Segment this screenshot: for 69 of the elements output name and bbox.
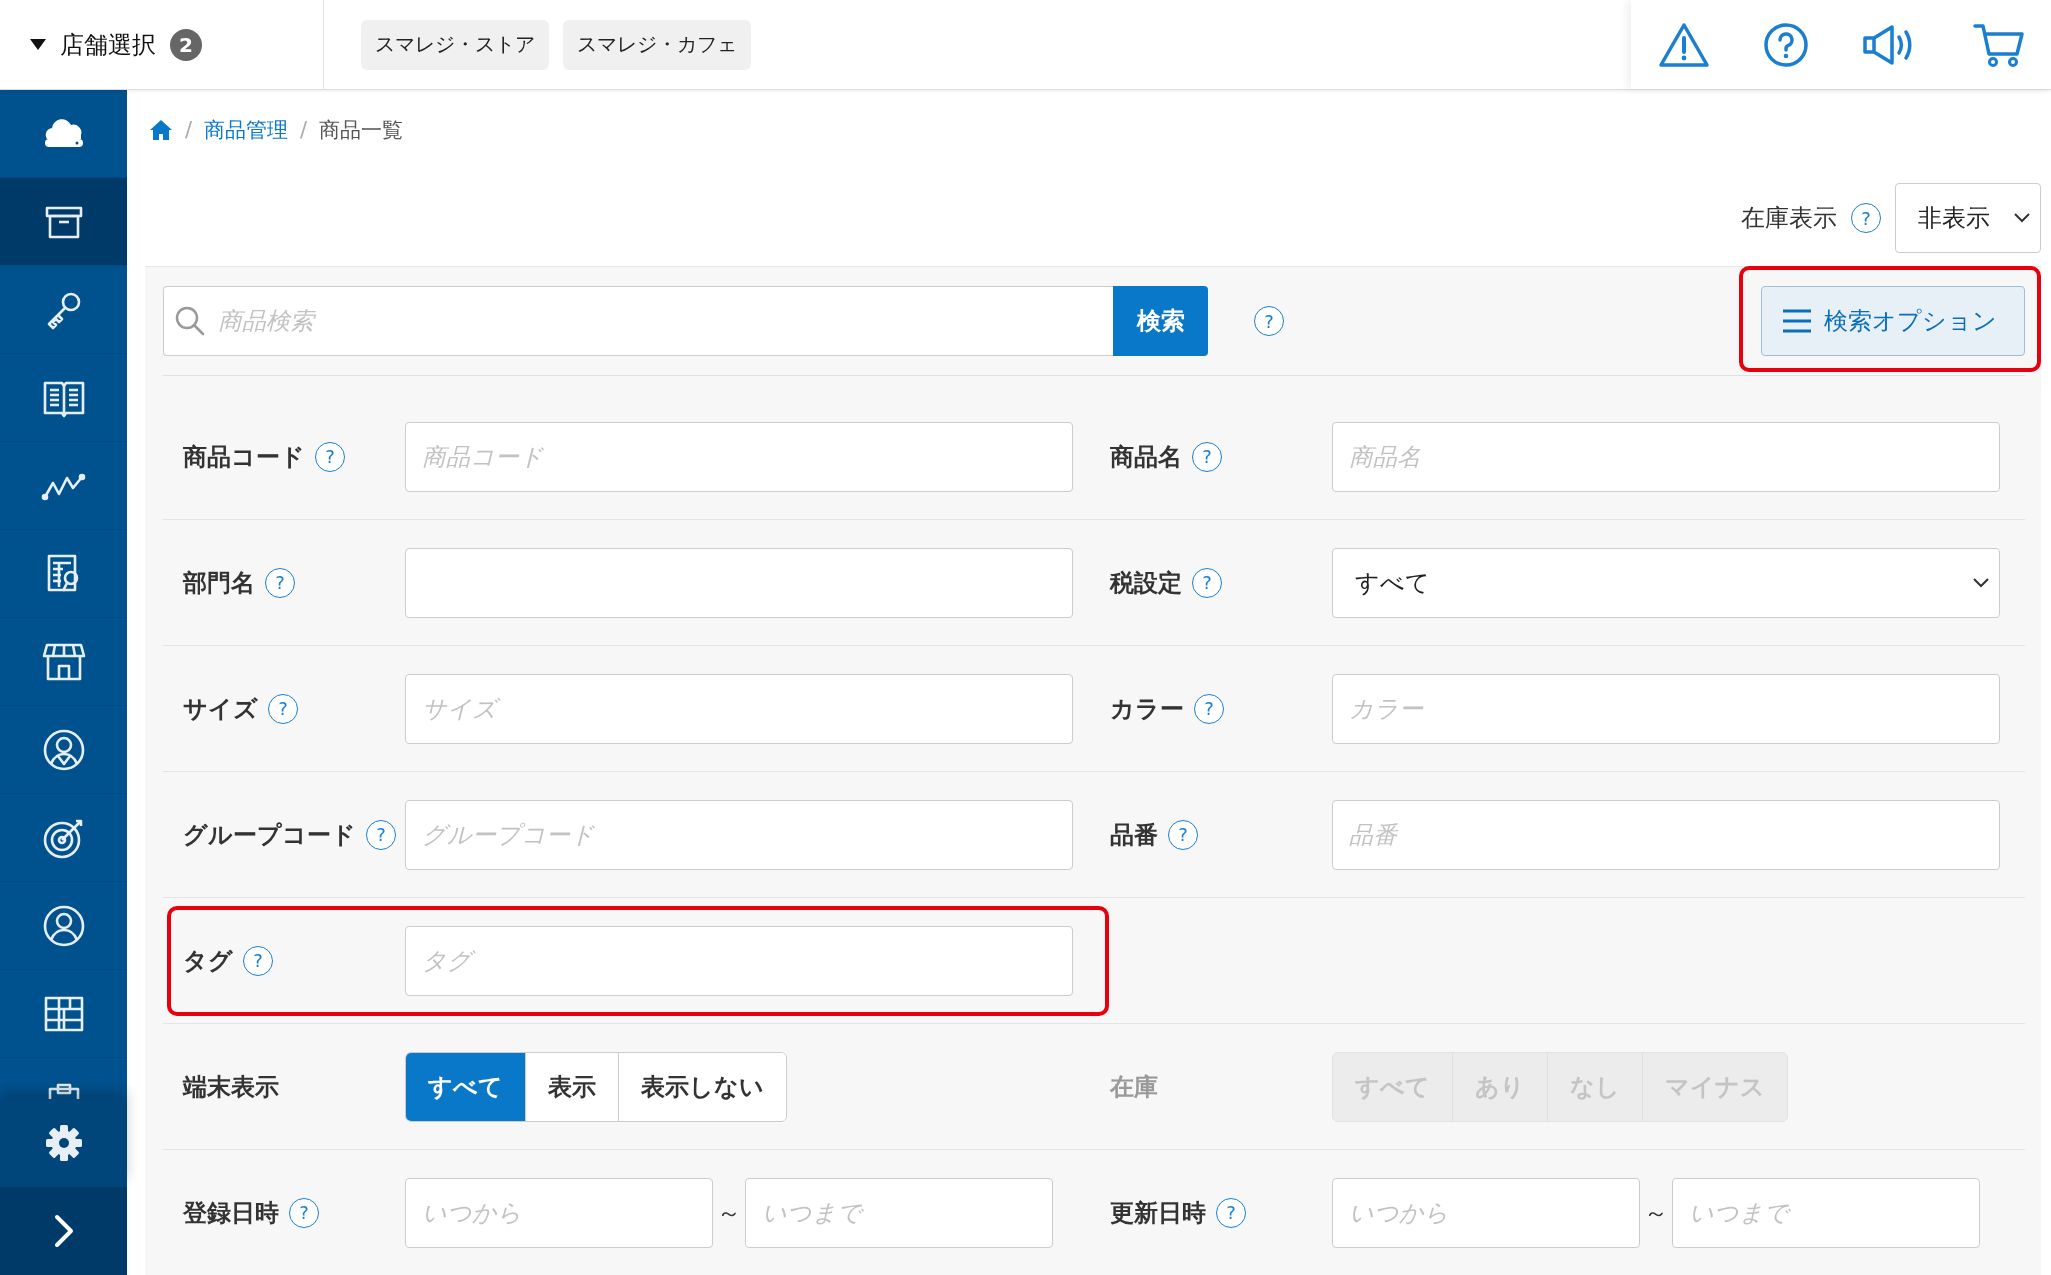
field-label: 部門名 [183, 567, 255, 599]
search-field[interactable]: 商品検索 [163, 286, 1113, 356]
field-label: サイズ [183, 693, 258, 725]
range-separator: ～ [717, 1197, 741, 1229]
breadcrumb-separator: / [185, 118, 193, 143]
text-field[interactable]: 商品コード [405, 421, 1073, 492]
text-field[interactable]: タグ [405, 925, 1073, 996]
help-badge[interactable]: ? [1254, 306, 1284, 336]
menu-icon [1782, 309, 1812, 333]
field-label: 更新日時 [1110, 1197, 1206, 1229]
help-badge[interactable]: ? [1851, 203, 1881, 234]
select-field[interactable]: すべて [1332, 547, 2000, 618]
help-badge[interactable]: ? [289, 1197, 319, 1228]
settings-icon [43, 1123, 84, 1163]
help-badge[interactable]: ? [268, 693, 298, 724]
help-badge[interactable]: ? [366, 819, 396, 850]
breadcrumb-link[interactable]: 商品管理 [204, 116, 289, 145]
help-badge[interactable]: ? [1192, 441, 1222, 472]
help-badge[interactable]: ? [315, 441, 345, 472]
segment-option[interactable]: すべて [406, 1052, 525, 1121]
date-field[interactable]: いつから [405, 1177, 713, 1248]
breadcrumb-separator: / [300, 118, 308, 143]
help-badge[interactable]: ? [265, 567, 295, 598]
text-field[interactable]: カラー [1332, 673, 2000, 744]
text-field[interactable]: サイズ [405, 673, 1073, 744]
store-selector-label: 店舗選択 [60, 29, 156, 61]
search-options-button[interactable]: 検索オプション [1761, 286, 2025, 356]
store-tab[interactable]: スマレジ・ストア [361, 19, 549, 70]
date-field[interactable]: いつまで [1672, 1177, 1980, 1248]
store-selector[interactable]: 店舗選択 2 [0, 0, 324, 89]
text-field[interactable]: 品番 [1332, 799, 2000, 870]
help-badge[interactable]: ? [243, 945, 273, 976]
text-field[interactable]: グループコード [405, 799, 1073, 870]
field-label: 登録日時 [183, 1197, 279, 1229]
field-label: 端末表示 [183, 1071, 279, 1103]
field-label: カラー [1110, 693, 1184, 725]
range-separator: ～ [1644, 1197, 1668, 1229]
field-label: グループコード [183, 819, 356, 851]
warning-icon[interactable] [1657, 21, 1710, 68]
settings-button[interactable] [0, 1099, 127, 1187]
search-button[interactable]: 検索 [1113, 286, 1208, 356]
help-badge[interactable]: ? [1192, 567, 1222, 598]
text-field[interactable]: 商品名 [1332, 421, 2000, 492]
caret-icon [30, 38, 46, 51]
segment-option[interactable]: 表示しない [618, 1052, 786, 1121]
date-field[interactable]: いつから [1332, 1177, 1640, 1248]
field-label: 商品名 [1110, 441, 1182, 473]
stock-display-select[interactable]: 非表示 [1895, 183, 2041, 254]
breadcrumb-current: 商品一覧 [319, 117, 404, 145]
field-label: 商品コード [183, 441, 305, 473]
field-label: 品番 [1110, 819, 1158, 851]
help-badge[interactable]: ? [1168, 819, 1198, 850]
home-icon[interactable] [149, 119, 173, 142]
stock-display-label: 在庫表示 [1741, 203, 1837, 235]
store-count-badge: 2 [170, 28, 202, 61]
date-field[interactable]: いつまで [745, 1177, 1053, 1248]
chevron-down-icon [2014, 213, 2030, 224]
search-icon [175, 306, 205, 336]
field-label: タグ [183, 945, 233, 977]
help-icon[interactable] [1762, 21, 1809, 68]
chevron-down-icon [1973, 577, 1989, 588]
text-field[interactable] [405, 547, 1073, 618]
help-badge[interactable]: ? [1216, 1197, 1246, 1228]
field-label: 税設定 [1110, 567, 1182, 599]
sidebar-item[interactable] [0, 178, 127, 266]
store-tab[interactable]: スマレジ・カフェ [563, 19, 751, 70]
help-badge[interactable]: ? [1194, 693, 1224, 724]
cart-icon[interactable] [1972, 21, 2025, 68]
field-label: 在庫 [1110, 1071, 1158, 1103]
